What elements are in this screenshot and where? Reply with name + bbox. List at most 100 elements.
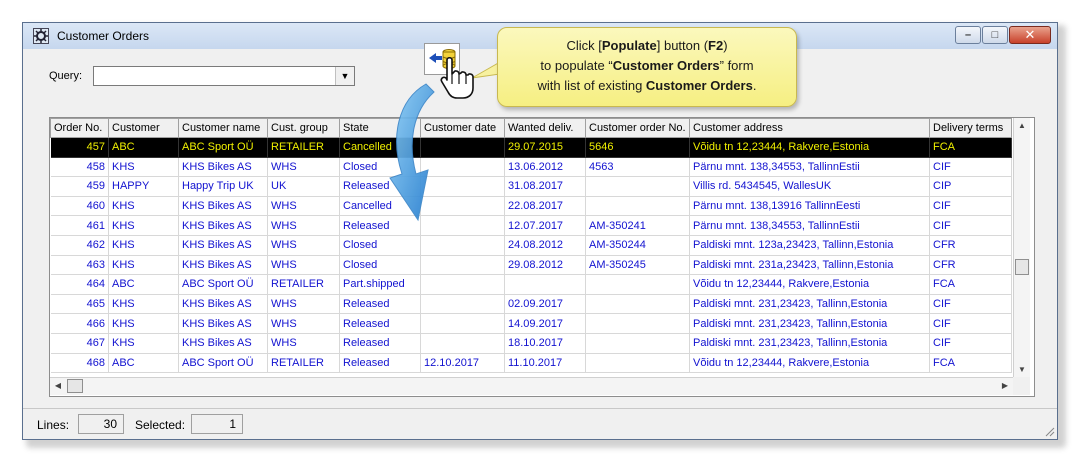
table-cell[interactable]: 18.10.2017	[504, 333, 586, 354]
table-cell[interactable]: 22.08.2017	[504, 196, 586, 217]
table-cell[interactable]: 465	[50, 294, 109, 315]
vertical-scrollbar[interactable]: ▲ ▼	[1013, 118, 1030, 378]
table-cell[interactable]: KHS	[108, 235, 179, 256]
table-cell[interactable]: ABC	[108, 137, 179, 158]
maximize-button[interactable]: □	[982, 26, 1008, 44]
table-cell[interactable]: RETAILER	[267, 274, 340, 295]
table-cell[interactable]: 11.10.2017	[504, 353, 586, 374]
horizontal-scrollbar[interactable]: ◀ ▶	[50, 377, 1013, 395]
table-cell[interactable]: ABC Sport OÜ	[178, 353, 268, 374]
table-cell[interactable]: AM-350244	[585, 235, 690, 256]
table-cell[interactable]: 458	[50, 157, 109, 178]
horizontal-scroll-thumb[interactable]	[67, 379, 83, 393]
table-cell[interactable]: KHS Bikes AS	[178, 294, 268, 315]
table-cell[interactable]: WHS	[267, 235, 340, 256]
table-cell[interactable]	[420, 235, 505, 256]
table-cell[interactable]: 02.09.2017	[504, 294, 586, 315]
table-cell[interactable]: Võidu tn 12,23444, Rakvere,Estonia	[689, 137, 930, 158]
minimize-button[interactable]: –	[955, 26, 981, 44]
table-cell[interactable]: FCA	[929, 274, 1012, 295]
table-cell[interactable]	[585, 313, 690, 334]
table-row[interactable]: 458 KHS KHS Bikes AS WHS Closed 13.06.2012 456…	[50, 157, 1012, 178]
table-cell[interactable]: Võidu tn 12,23444, Rakvere,Estonia	[689, 274, 930, 295]
table-cell[interactable]: KHS Bikes AS	[178, 255, 268, 276]
table-cell[interactable]: Paldiski mnt. 231,23423, Tallinn,Estonia	[689, 294, 930, 315]
table-row[interactable]: 459 HAPPY Happy Trip UK UK Released 31.08.201…	[50, 176, 1012, 197]
table-cell[interactable]: 462	[50, 235, 109, 256]
table-cell[interactable]: KHS	[108, 157, 179, 178]
table-row[interactable]: 464 ABC ABC Sport OÜ RETAILER Part.shipped Võ…	[50, 274, 1012, 295]
query-select[interactable]: ▼	[93, 66, 355, 86]
table-cell[interactable]: WHS	[267, 157, 340, 178]
table-cell[interactable]: KHS	[108, 196, 179, 217]
table-cell[interactable]: WHS	[267, 215, 340, 236]
table-cell[interactable]: RETAILER	[267, 353, 340, 374]
table-cell[interactable]: WHS	[267, 313, 340, 334]
table-cell[interactable]: Released	[339, 313, 421, 334]
table-cell[interactable]: Paldiski mnt. 231,23423, Tallinn,Estonia	[689, 313, 930, 334]
table-cell[interactable]: 459	[50, 176, 109, 197]
scroll-up-icon[interactable]: ▲	[1014, 118, 1030, 134]
column-header[interactable]: Order No.	[50, 118, 109, 138]
table-cell[interactable]	[585, 196, 690, 217]
table-row[interactable]: 465 KHS KHS Bikes AS WHS Released 02.09.2017 P…	[50, 294, 1012, 315]
table-cell[interactable]: AM-350241	[585, 215, 690, 236]
table-cell[interactable]: 12.07.2017	[504, 215, 586, 236]
table-cell[interactable]: KHS Bikes AS	[178, 235, 268, 256]
table-cell[interactable]: KHS Bikes AS	[178, 313, 268, 334]
table-cell[interactable]: CIF	[929, 196, 1012, 217]
table-cell[interactable]: WHS	[267, 294, 340, 315]
orders-grid[interactable]: Order No. Customer Customer name Cust. grou…	[49, 117, 1035, 397]
table-cell[interactable]: Villis rd. 5434545, WallesUK	[689, 176, 930, 197]
table-cell[interactable]: Closed	[339, 255, 421, 276]
table-cell[interactable]: 24.08.2012	[504, 235, 586, 256]
table-cell[interactable]: CIF	[929, 333, 1012, 354]
table-cell[interactable]: 5646	[585, 137, 690, 158]
table-cell[interactable]: 460	[50, 196, 109, 217]
table-cell[interactable]: Happy Trip UK	[178, 176, 268, 197]
table-cell[interactable]: KHS Bikes AS	[178, 196, 268, 217]
table-cell[interactable]: KHS Bikes AS	[178, 333, 268, 354]
table-cell[interactable]: Released	[339, 333, 421, 354]
table-cell[interactable]: Pärnu mnt. 138,34553, TallinnEstii	[689, 157, 930, 178]
table-cell[interactable]: KHS	[108, 313, 179, 334]
table-cell[interactable]: ABC	[108, 353, 179, 374]
table-cell[interactable]: AM-350245	[585, 255, 690, 276]
table-row[interactable]: 466 KHS KHS Bikes AS WHS Released 14.09.2017 P…	[50, 313, 1012, 334]
table-cell[interactable]: Paldiski mnt. 231a,23423, Tallinn,Estoni…	[689, 255, 930, 276]
table-cell[interactable]: CFR	[929, 235, 1012, 256]
table-cell[interactable]: WHS	[267, 196, 340, 217]
table-cell[interactable]: KHS	[108, 294, 179, 315]
table-cell[interactable]: FCA	[929, 353, 1012, 374]
table-cell[interactable]: KHS	[108, 255, 179, 276]
dropdown-arrow-icon[interactable]: ▼	[335, 67, 354, 85]
table-cell[interactable]: Pärnu mnt. 138,13916 TallinnEesti	[689, 196, 930, 217]
column-header[interactable]: Cust. group	[267, 118, 340, 138]
table-cell[interactable]: KHS Bikes AS	[178, 157, 268, 178]
table-cell[interactable]	[585, 176, 690, 197]
table-cell[interactable]: 14.09.2017	[504, 313, 586, 334]
table-cell[interactable]: RETAILER	[267, 137, 340, 158]
table-cell[interactable]	[585, 294, 690, 315]
table-cell[interactable]: CIF	[929, 313, 1012, 334]
table-cell[interactable]: 457	[50, 137, 109, 158]
table-cell[interactable]: FCA	[929, 137, 1012, 158]
table-cell[interactable]: CIF	[929, 215, 1012, 236]
table-cell[interactable]: 13.06.2012	[504, 157, 586, 178]
column-header[interactable]: Customer name	[178, 118, 268, 138]
table-cell[interactable]: Part.shipped	[339, 274, 421, 295]
table-cell[interactable]: KHS Bikes AS	[178, 215, 268, 236]
table-cell[interactable]	[420, 313, 505, 334]
scroll-down-icon[interactable]: ▼	[1014, 362, 1030, 378]
column-header[interactable]: Delivery terms	[929, 118, 1012, 138]
column-header[interactable]: Wanted deliv.	[504, 118, 586, 138]
table-cell[interactable]: ABC Sport OÜ	[178, 137, 268, 158]
table-row[interactable]: 462 KHS KHS Bikes AS WHS Closed 24.08.2012 AM-…	[50, 235, 1012, 256]
column-header[interactable]: Customer order No.	[585, 118, 690, 138]
table-cell[interactable]: KHS	[108, 333, 179, 354]
table-cell[interactable]	[420, 294, 505, 315]
table-cell[interactable]: CFR	[929, 255, 1012, 276]
column-header[interactable]: Customer	[108, 118, 179, 138]
table-row[interactable]: 457 ABC ABC Sport OÜ RETAILER Cancelled 29.07…	[50, 137, 1012, 158]
table-cell[interactable]: Paldiski mnt. 231,23423, Tallinn,Estonia	[689, 333, 930, 354]
